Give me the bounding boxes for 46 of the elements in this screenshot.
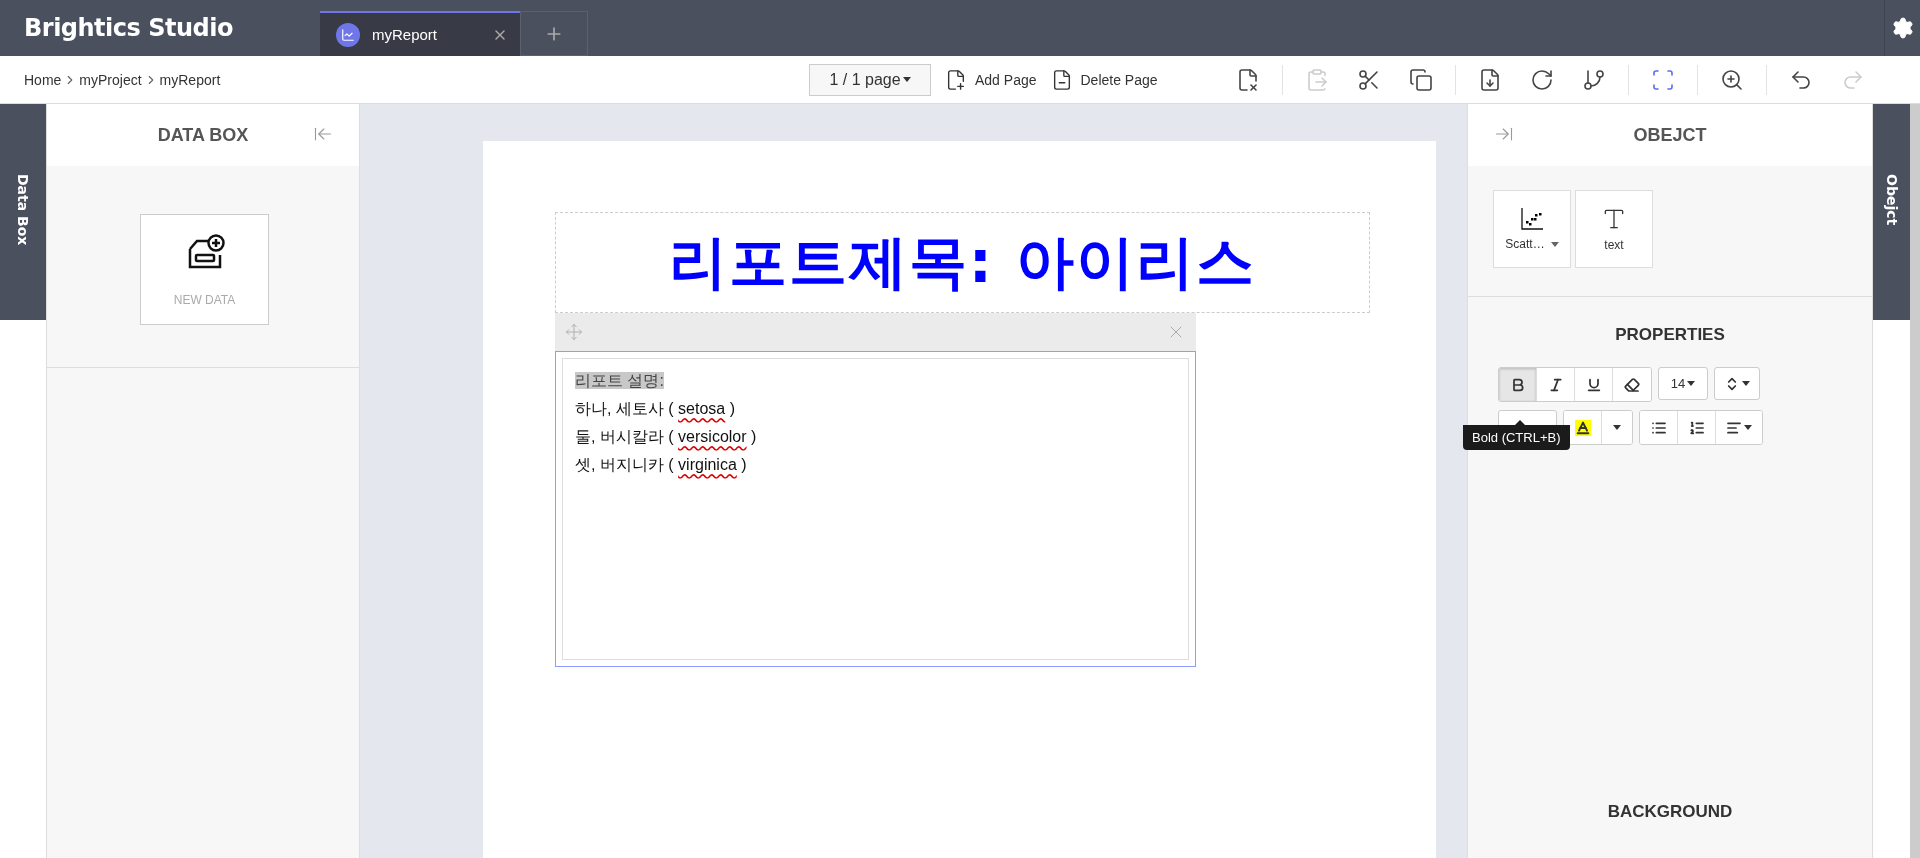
- scatter-object-button[interactable]: Scatt…: [1493, 190, 1571, 268]
- breadcrumb-link[interactable]: Home: [24, 71, 62, 88]
- file-add-icon: [945, 68, 967, 91]
- underline-icon: [1585, 376, 1602, 393]
- panel-title: OBEJCT: [1633, 124, 1707, 146]
- section-title: PROPERTIES: [1614, 324, 1726, 345]
- side-tab[interactable]: Data Box: [0, 104, 46, 320]
- line-height-button[interactable]: [1714, 367, 1760, 400]
- document-tab[interactable]: myReport: [320, 11, 520, 56]
- text-editor[interactable]: 리포트 설명: 하나, 세토사 ( setosa ) 둘, 버시칼라 ( versicolor ) 셋, 버지니카 ( virginica ): [562, 358, 1189, 660]
- caret-icon: [1742, 381, 1750, 386]
- section-title: BACKGROUND: [1606, 801, 1734, 822]
- bullets-button[interactable]: [1640, 411, 1678, 444]
- side-tab[interactable]: Obejct: [1873, 104, 1910, 320]
- breadcrumb-link[interactable]: myReport: [159, 71, 221, 88]
- caret-icon: [1613, 425, 1621, 430]
- bold-button[interactable]: [1499, 368, 1537, 401]
- text-line: 셋, 버지니카 ( virginica ): [575, 456, 747, 473]
- scrollbar[interactable]: [1910, 104, 1920, 858]
- text-line: 둘, 버시칼라 ( versicolor ): [575, 428, 757, 445]
- highlight-button[interactable]: [1564, 411, 1602, 444]
- text-object-button[interactable]: text: [1575, 190, 1653, 268]
- caret-icon: [1744, 425, 1752, 430]
- caret-icon: [1687, 381, 1696, 386]
- eraser-icon: [1624, 376, 1640, 393]
- align-icon: [1726, 419, 1742, 436]
- bullet-list-icon: [1650, 419, 1667, 436]
- panel-title: DATA BOX: [157, 124, 249, 146]
- scatter-plot-icon: [1520, 207, 1544, 231]
- tooltip: Bold (CTRL+B): [1463, 420, 1570, 450]
- breadcrumb-link[interactable]: myProject: [79, 71, 142, 88]
- highlight-icon: [1574, 419, 1591, 436]
- numbered-list-icon: [1688, 419, 1705, 436]
- settings-icon[interactable]: [1890, 16, 1915, 40]
- object-label: Scatt…: [1505, 237, 1559, 251]
- app-logo: Brightics Studio: [23, 14, 234, 42]
- page-dropdown[interactable]: 1 / 1 page: [809, 63, 931, 96]
- caret-icon: [1550, 241, 1559, 247]
- font-size-button[interactable]: 14: [1658, 367, 1708, 400]
- object-label: text: [1604, 238, 1624, 252]
- caret-icon: [902, 77, 911, 82]
- delete-page-button[interactable]: Delete Page: [1050, 68, 1158, 91]
- add-page-button[interactable]: Add Page: [945, 68, 1037, 91]
- text-line: 하나, 세토사 ( setosa ): [575, 400, 736, 417]
- chart-icon: [336, 22, 360, 47]
- report-title: 리포트제목: 아이리스: [668, 226, 1257, 298]
